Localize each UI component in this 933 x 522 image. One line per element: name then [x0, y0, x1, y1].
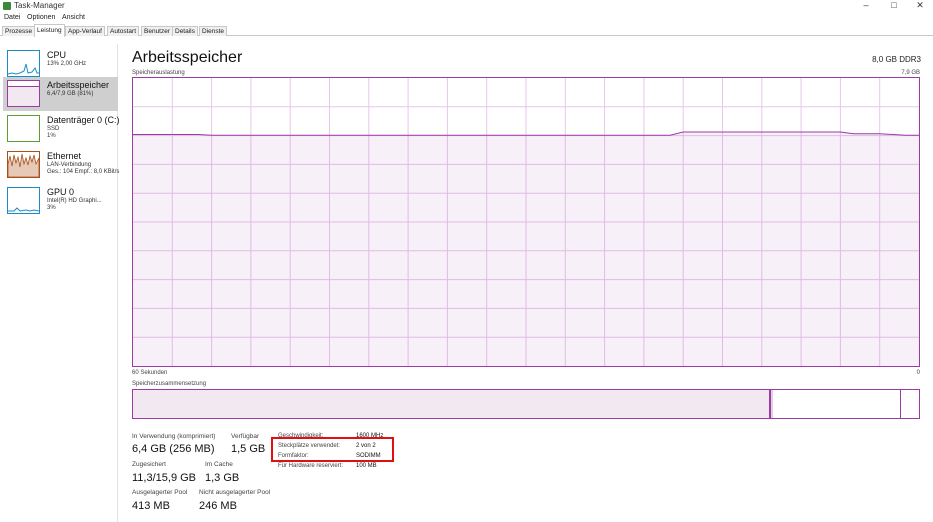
tab-processes[interactable]: Prozesse — [2, 26, 36, 36]
paged-pool-label: Ausgelagerter Pool — [132, 489, 188, 496]
minimize-button[interactable]: – — [856, 0, 876, 12]
tab-bar: Prozesse Leistung App-Verlauf Autostart … — [0, 24, 933, 37]
tab-users[interactable]: Benutzer — [141, 26, 174, 36]
menu-file[interactable]: Datei — [4, 12, 20, 23]
cpu-mini-graph — [7, 50, 40, 77]
hardware-reserved-value: 100 MB — [356, 463, 377, 469]
tab-performance[interactable]: Leistung — [34, 24, 65, 37]
memory-composition-bar — [132, 389, 920, 419]
committed-label: Zugesichert — [132, 461, 166, 468]
memory-mini-graph — [7, 80, 40, 107]
sidebar-item-sub: LAN-Verbindung — [47, 162, 92, 168]
sidebar-item-label: Datenträger 0 (C:) — [47, 115, 120, 125]
title-bar: Task-Manager – □ ✕ — [0, 0, 933, 12]
sidebar-item-sub: Intel(R) HD Graphi... — [47, 198, 102, 204]
composition-standby-divider — [900, 390, 902, 418]
gpu-mini-graph — [7, 187, 40, 214]
ethernet-mini-graph-area — [8, 153, 39, 177]
memory-mini-fill — [8, 85, 39, 106]
window-title: Task-Manager — [14, 1, 65, 10]
task-manager-app-icon — [3, 2, 11, 10]
maximize-button[interactable]: □ — [884, 0, 904, 12]
memory-usage-chart — [132, 77, 920, 367]
sidebar-item-disk[interactable]: Datenträger 0 (C:) SSD 1% — [3, 112, 120, 146]
tab-app-history[interactable]: App-Verlauf — [65, 26, 105, 36]
nonpaged-pool-label: Nicht ausgelagerter Pool — [199, 489, 271, 496]
sidebar-item-sub: 3% — [47, 205, 56, 211]
cached-value: 1,3 GB — [205, 472, 240, 484]
ethernet-mini-graph — [7, 151, 40, 178]
menu-view[interactable]: Ansicht — [62, 12, 85, 23]
sidebar-item-memory[interactable]: Arbeitsspeicher 6,4/7,9 GB (81%) — [3, 77, 118, 111]
usage-chart-max: 7,9 GB — [901, 70, 920, 76]
sidebar-item-label: Arbeitsspeicher — [47, 80, 110, 90]
close-button[interactable]: ✕ — [910, 0, 930, 12]
sidebar-item-label: GPU 0 — [47, 187, 75, 197]
sidebar-item-label: Ethernet — [47, 151, 82, 161]
page-title: Arbeitsspeicher — [132, 49, 243, 66]
tab-details[interactable]: Details — [172, 26, 198, 36]
sidebar-item-sub: Ges.: 104 Empf.: 8,0 KBit/s — [47, 169, 120, 175]
cpu-mini-graph-line — [8, 63, 39, 75]
in-use-label: In Verwendung (komprimiert) — [132, 433, 216, 440]
disk-mini-graph — [7, 115, 40, 142]
paged-pool-value: 413 MB — [132, 500, 170, 512]
highlight-box — [271, 437, 394, 462]
composition-modified[interactable] — [769, 390, 773, 418]
sidebar-item-sub: 13% 2,00 GHz — [47, 61, 87, 67]
usage-chart-x-right: 0 — [916, 370, 920, 376]
tab-services[interactable]: Dienste — [199, 26, 228, 36]
in-use-value: 6,4 GB (256 MB) — [132, 443, 215, 455]
committed-value: 11,3/15,9 GB — [132, 472, 197, 484]
sidebar-item-label: CPU — [47, 50, 67, 60]
available-label: Verfügbar — [231, 433, 260, 440]
memory-usage-area — [133, 131, 919, 366]
usage-chart-title: Speicherauslastung — [132, 70, 185, 76]
sidebar-item-gpu[interactable]: GPU 0 Intel(R) HD Graphi... 3% — [3, 184, 118, 218]
sidebar-item-sub: 1% — [47, 133, 56, 139]
hardware-reserved-label: Für Hardware reserviert: — [278, 463, 344, 469]
performance-sidebar: CPU 13% 2,00 GHz Arbeitsspeicher 6,4/7,9… — [0, 44, 120, 522]
memory-spec: 8,0 GB DDR3 — [872, 55, 921, 64]
composition-in-use[interactable] — [133, 390, 770, 418]
gpu-mini-graph-line — [8, 207, 39, 212]
available-value: 1,5 GB — [231, 443, 266, 455]
cached-label: Im Cache — [205, 461, 233, 468]
tab-startup[interactable]: Autostart — [107, 26, 140, 36]
sidebar-item-sub: SSD — [47, 126, 60, 132]
composition-title: Speicherzusammensetzung — [132, 381, 207, 387]
menu-options[interactable]: Optionen — [27, 12, 55, 23]
memory-usage-chart-svg — [133, 78, 919, 366]
sidebar-item-cpu[interactable]: CPU 13% 2,00 GHz — [3, 47, 118, 81]
usage-chart-x-left: 60 Sekunden — [132, 370, 168, 376]
nonpaged-pool-value: 246 MB — [199, 500, 237, 512]
sidebar-item-sub: 6,4/7,9 GB (81%) — [47, 91, 94, 97]
sidebar-item-ethernet[interactable]: Ethernet LAN-Verbindung Ges.: 104 Empf.:… — [3, 148, 120, 182]
